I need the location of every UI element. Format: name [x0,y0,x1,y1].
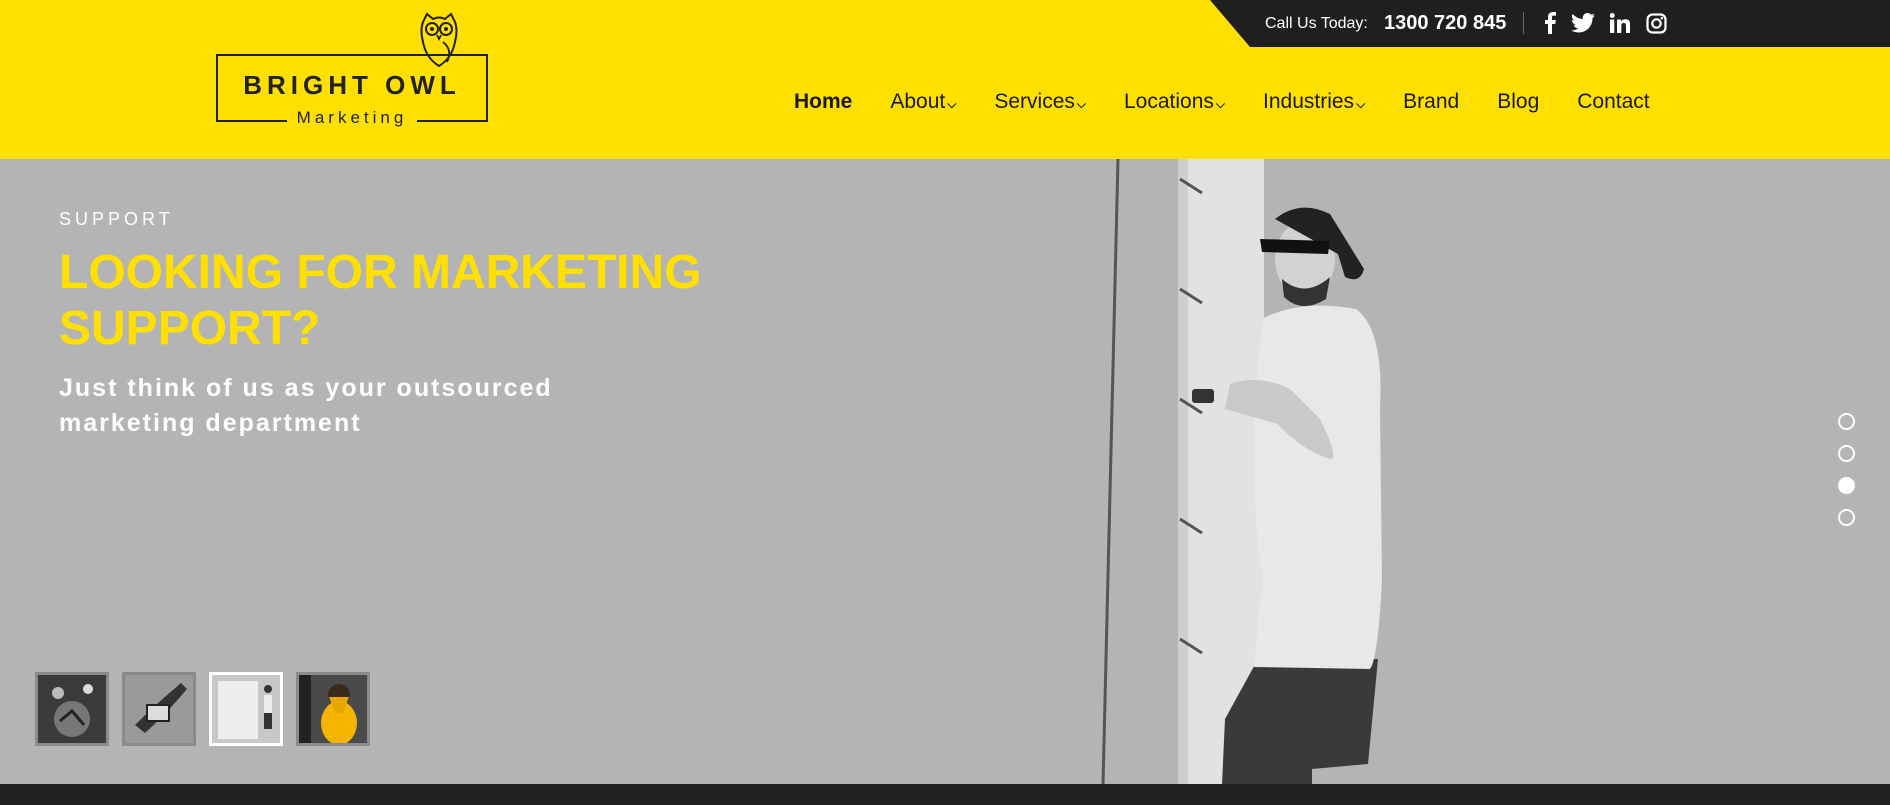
nav-services[interactable]: Services ⌵ [994,90,1086,114]
dark-footer-strip [0,784,1890,805]
nav-label: About [890,90,946,113]
hero-subheading: Just think of us as your outsourced mark… [59,374,553,437]
phone-number-link[interactable]: 1300 720 845 [1384,12,1506,35]
divider [1523,12,1524,34]
nav-label: Locations [1124,90,1214,113]
nav-brand[interactable]: Brand [1403,90,1459,114]
call-label: Call Us Today: [1265,15,1368,32]
nav-label: Contact [1577,90,1650,113]
nav-locations[interactable]: Locations ⌵ [1124,90,1225,114]
facebook-icon[interactable] [1537,10,1563,36]
slider-pagination [1838,413,1855,541]
slide-thumbnail-3[interactable] [209,672,283,746]
slide-thumbnails [35,672,370,746]
slide-thumbnail-2[interactable] [122,672,196,746]
twitter-icon[interactable] [1570,10,1596,36]
slide-dot-2[interactable] [1838,445,1855,462]
nav-label: Blog [1497,90,1540,113]
hero-headline: LOOKING FOR MARKETING SUPPORT? [59,246,702,355]
logo-wordmark: BRIGHT OWL [243,70,461,100]
nav-label: Brand [1403,90,1460,113]
site-header: Call Us Today: 1300 720 845 BRIGHT OWL M… [0,0,1890,159]
nav-label: Services [994,90,1075,113]
nav-about[interactable]: About ⌵ [890,90,956,114]
instagram-icon[interactable] [1643,10,1669,36]
nav-home[interactable]: Home [794,90,852,114]
slide-dot-1[interactable] [1838,413,1855,430]
chevron-down-icon: ⌵ [1356,96,1366,111]
logo-frame: BRIGHT OWL Marketing [216,54,488,128]
nav-contact[interactable]: Contact [1577,90,1649,114]
nav-blog[interactable]: Blog [1497,90,1539,114]
hero-slider: SUPPORT LOOKING FOR MARKETING SUPPORT? J… [0,159,1890,784]
hero-eyebrow: SUPPORT [59,209,174,229]
nav-industries[interactable]: Industries ⌵ [1263,90,1365,114]
slide-dot-4[interactable] [1838,509,1855,526]
logo-subtitle: Marketing [287,108,417,128]
nav-label: Home [794,90,853,113]
site-logo[interactable]: BRIGHT OWL Marketing [212,12,502,137]
slide-thumbnail-1[interactable] [35,672,109,746]
linkedin-icon[interactable] [1607,10,1633,36]
slide-dot-3[interactable] [1838,477,1855,494]
slide-thumbnail-4[interactable] [296,672,370,746]
chevron-down-icon: ⌵ [1215,96,1226,111]
chevron-down-icon: ⌵ [947,96,957,111]
nav-label: Industries [1263,90,1355,113]
main-navigation: Home About ⌵ Services ⌵ Locations ⌵ Industr… [794,90,1688,114]
chevron-down-icon: ⌵ [1076,96,1086,111]
